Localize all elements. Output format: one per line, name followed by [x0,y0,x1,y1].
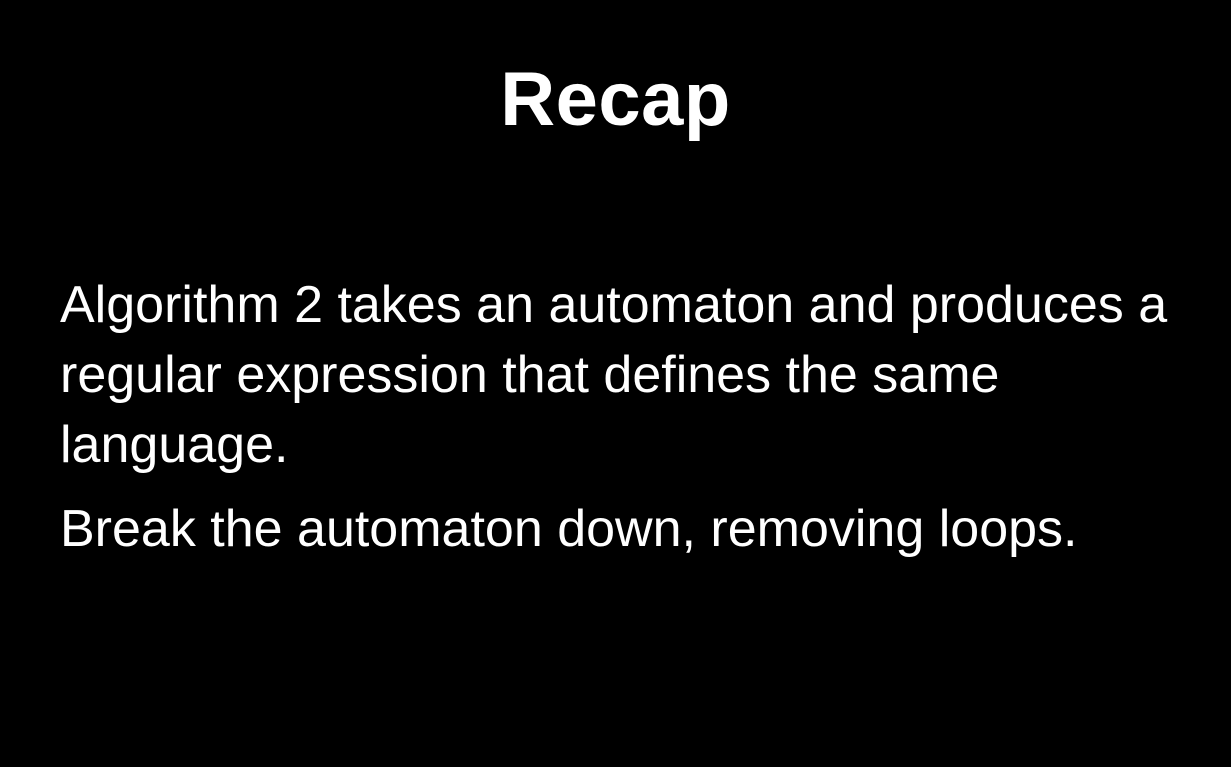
bullet-item: Break the automaton down, removing loops… [60,500,1078,558]
slide-title: Recap [500,57,731,142]
bullet-item: Algorithm 2 takes an automaton and produ… [60,276,1168,474]
slide: Recap Algorithm 2 takes an automaton and… [0,0,1231,767]
bullet-list: Algorithm 2 takes an automaton and produ… [60,270,1180,578]
